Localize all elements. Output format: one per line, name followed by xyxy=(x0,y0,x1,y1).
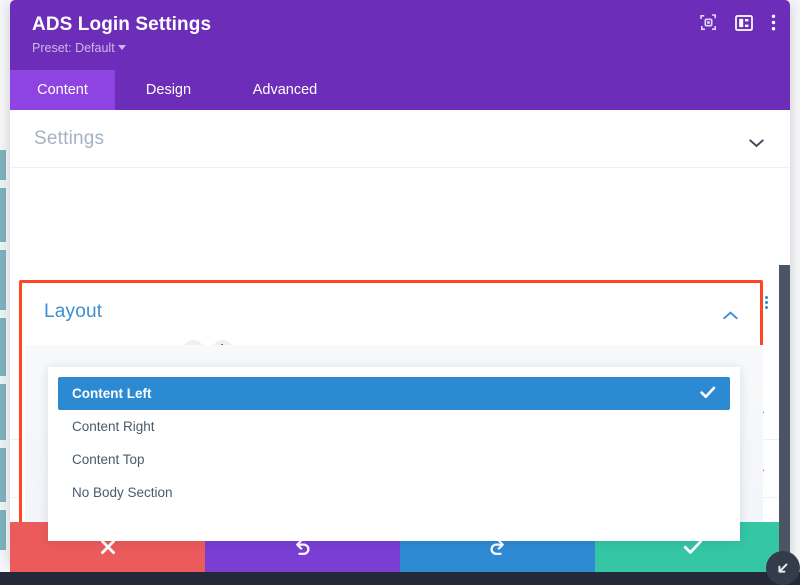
dropdown-option-content-left[interactable]: Content Left xyxy=(58,377,730,410)
dropdown-option-label: Content Left xyxy=(72,386,152,401)
chevron-down-icon xyxy=(749,135,764,153)
tab-content[interactable]: Content xyxy=(10,70,115,110)
section-title-settings: Settings xyxy=(34,127,105,149)
dropdown-option-content-top[interactable]: Content Top xyxy=(48,443,740,476)
more-options-icon[interactable] xyxy=(771,14,776,36)
header-icon-group xyxy=(700,14,776,36)
section-header-layout[interactable]: Layout xyxy=(22,283,760,341)
resize-handle[interactable] xyxy=(766,551,800,585)
section-options-icon[interactable] xyxy=(765,296,768,309)
dropdown-option-content-right[interactable]: Content Right xyxy=(48,410,740,443)
dropdown-option-label: Content Top xyxy=(72,452,145,467)
login-module-layout-dropdown[interactable]: Content Left Content Right Content Top N… xyxy=(48,367,740,541)
vertical-scrollbar[interactable] xyxy=(779,265,790,562)
tab-advanced[interactable]: Advanced xyxy=(222,70,348,110)
layout-section-highlight: Layout Login Module Layout ? Content Lef xyxy=(19,280,763,552)
check-icon xyxy=(683,540,702,554)
modal-header: ADS Login Settings Preset: Default xyxy=(10,0,790,70)
page-title: ADS Login Settings xyxy=(32,14,212,35)
preset-label: Preset: Default xyxy=(32,41,115,55)
dropdown-option-label: Content Right xyxy=(72,419,155,434)
panel-layout-icon[interactable] xyxy=(735,14,753,36)
section-title-layout: Layout xyxy=(44,301,103,322)
dropdown-option-label: No Body Section xyxy=(72,485,173,500)
check-icon xyxy=(700,386,716,402)
resize-arrow-icon xyxy=(778,563,788,573)
settings-body: Settings Background Admin Label xyxy=(10,110,790,562)
preset-selector[interactable]: Preset: Default xyxy=(32,39,772,57)
chevron-down-icon xyxy=(117,45,126,50)
tab-bar: Content Design Advanced xyxy=(10,70,790,110)
dropdown-option-no-body-section[interactable]: No Body Section xyxy=(48,476,740,509)
window-bottom-strip xyxy=(0,572,800,585)
tab-design[interactable]: Design xyxy=(115,70,222,110)
chevron-up-icon[interactable] xyxy=(723,307,738,325)
screen: ADS Login Settings Preset: Default Conte… xyxy=(0,0,800,585)
focus-mode-icon[interactable] xyxy=(700,14,717,36)
module-settings-modal: ADS Login Settings Preset: Default Conte… xyxy=(10,0,790,562)
page-left-edge-strip xyxy=(0,150,6,550)
section-header-settings[interactable]: Settings xyxy=(10,110,790,168)
